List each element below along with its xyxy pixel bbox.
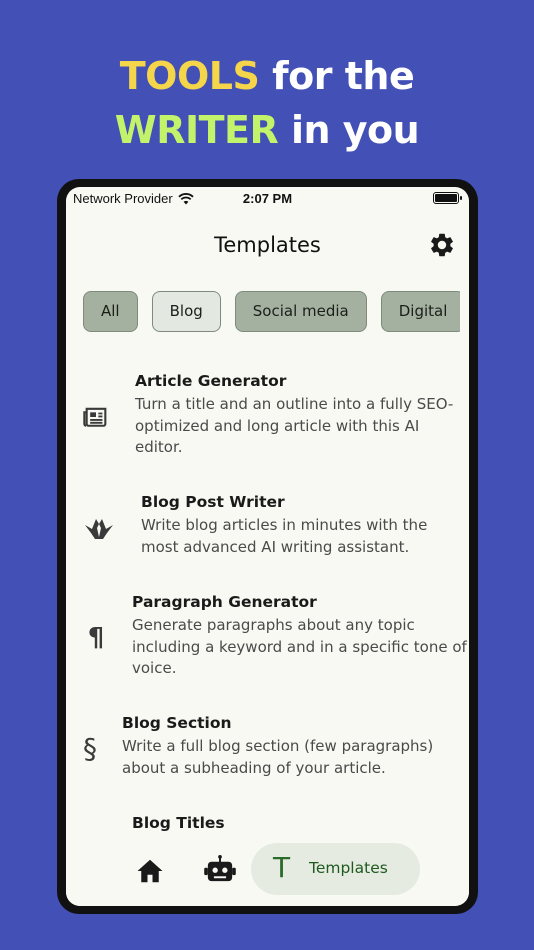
template-blog-section[interactable]: § Blog Section Write a full blog section…	[66, 713, 469, 783]
newspaper-icon	[83, 407, 107, 427]
template-paragraph-generator[interactable]: ¶ Paragraph Generator Generate paragraph…	[66, 592, 469, 682]
template-description: Write blog articles in minutes with the …	[141, 516, 428, 556]
template-blog-post-writer[interactable]: Blog Post Writer Write blog articles in …	[66, 492, 469, 562]
device-frame: Network Provider 2:07 PM Templates All Bl…	[57, 179, 478, 914]
template-title: Blog Post Writer	[141, 493, 285, 511]
template-title: Blog Titles	[132, 814, 225, 832]
template-description: Turn a title and an outline into a fully…	[135, 395, 454, 456]
section-sign-icon: §	[83, 732, 97, 765]
pilcrow-icon: ¶	[87, 623, 105, 653]
headline-line-1: TOOLS for the	[0, 54, 534, 98]
template-article-generator[interactable]: Article Generator Turn a title and an ou…	[66, 371, 469, 461]
battery-icon	[433, 192, 462, 204]
filter-chip-row: All Blog Social media Digital	[83, 291, 460, 333]
nav-templates-tab[interactable]: T Templates	[251, 843, 420, 895]
chip-social-media[interactable]: Social media	[234, 291, 367, 332]
gear-icon[interactable]	[428, 231, 456, 259]
template-description: Generate paragraphs about any topic incl…	[132, 616, 467, 677]
origami-bird-icon	[85, 519, 113, 539]
home-icon[interactable]	[134, 856, 166, 886]
status-bar: Network Provider 2:07 PM	[66, 187, 469, 211]
bottom-navigation: T Templates	[66, 834, 469, 906]
robot-icon[interactable]	[203, 854, 237, 884]
chip-blog[interactable]: Blog	[151, 291, 221, 332]
chip-all[interactable]: All	[83, 291, 138, 332]
headline-in-you: in you	[278, 108, 420, 152]
app-screen: Network Provider 2:07 PM Templates All Bl…	[66, 187, 469, 906]
headline-writer: WRITER	[114, 108, 279, 152]
page-title: Templates	[214, 233, 321, 257]
template-description: Write a full blog section (few paragraph…	[122, 737, 434, 777]
headline-tools: TOOLS	[119, 54, 260, 98]
status-time: 2:07 PM	[242, 191, 293, 206]
headline-for-the: for the	[259, 54, 415, 98]
template-title: Blog Section	[122, 714, 232, 732]
template-title: Article Generator	[135, 372, 287, 390]
templates-t-icon: T	[273, 851, 291, 884]
headline-line-2: WRITER in you	[0, 108, 534, 152]
nav-templates-label: Templates	[309, 859, 388, 877]
template-title: Paragraph Generator	[132, 593, 317, 611]
chip-digital[interactable]: Digital	[380, 291, 460, 332]
